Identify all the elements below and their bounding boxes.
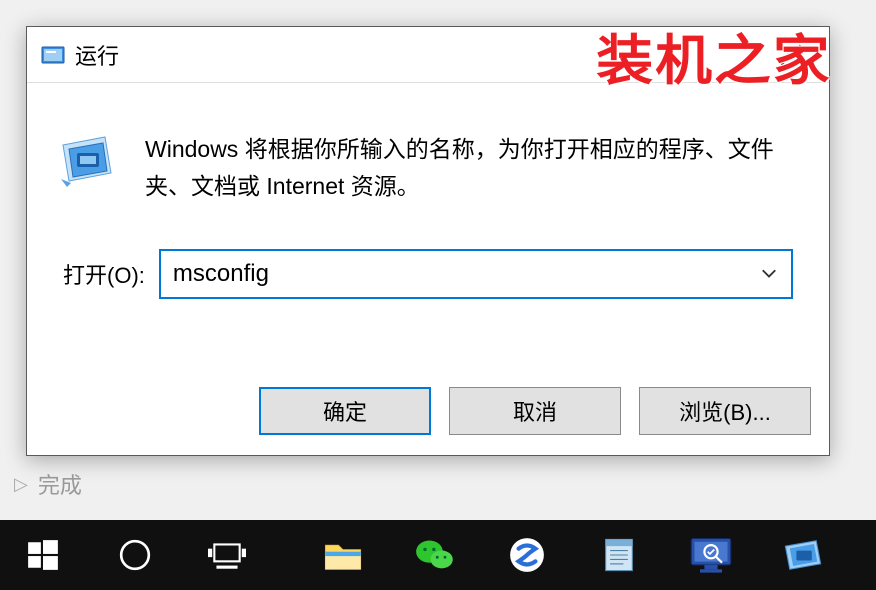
taskbar bbox=[0, 520, 876, 590]
circle-icon bbox=[118, 538, 152, 572]
run-icon bbox=[41, 43, 65, 67]
close-button[interactable] bbox=[761, 33, 821, 77]
wechat-icon bbox=[415, 537, 455, 573]
sogou-button[interactable] bbox=[490, 523, 564, 587]
dialog-description: Windows 将根据你所输入的名称，为你打开相应的程序、文件夹、文档或 Int… bbox=[145, 129, 793, 205]
start-button[interactable] bbox=[6, 523, 80, 587]
dialog-title: 运行 bbox=[75, 39, 119, 71]
run-taskbar-button[interactable] bbox=[766, 523, 840, 587]
wechat-button[interactable] bbox=[398, 523, 472, 587]
notepad-icon bbox=[599, 535, 639, 575]
run-large-icon bbox=[57, 135, 117, 191]
notepad-button[interactable] bbox=[582, 523, 656, 587]
chevron-down-icon[interactable] bbox=[757, 263, 781, 284]
background-status-text: 完成 bbox=[38, 468, 82, 500]
titlebar: 运行 bbox=[27, 27, 829, 83]
open-input[interactable] bbox=[173, 260, 757, 288]
monitor-app-button[interactable] bbox=[674, 523, 748, 587]
monitor-icon bbox=[689, 536, 733, 574]
taskview-icon bbox=[208, 540, 246, 570]
run-dialog: 运行 Windows 将根据你所输入的名称，为你打开相应的程序、文件夹、文档或 … bbox=[26, 26, 830, 456]
folder-icon bbox=[323, 538, 363, 572]
taskview-button[interactable] bbox=[190, 523, 264, 587]
windows-icon bbox=[26, 538, 60, 572]
cancel-button[interactable]: 取消 bbox=[449, 387, 621, 435]
browse-button[interactable]: 浏览(B)... bbox=[639, 387, 811, 435]
open-label: 打开(O): bbox=[63, 258, 145, 290]
background-status: ▷ 完成 bbox=[14, 468, 82, 500]
sogou-icon bbox=[508, 536, 546, 574]
ok-button[interactable]: 确定 bbox=[259, 387, 431, 435]
cortana-button[interactable] bbox=[98, 523, 172, 587]
dialog-body: Windows 将根据你所输入的名称，为你打开相应的程序、文件夹、文档或 Int… bbox=[27, 83, 829, 375]
open-combobox[interactable] bbox=[159, 249, 793, 299]
button-bar: 确定 取消 浏览(B)... bbox=[27, 375, 829, 455]
run-taskbar-icon bbox=[781, 537, 825, 573]
explorer-button[interactable] bbox=[306, 523, 380, 587]
close-icon bbox=[780, 44, 802, 66]
play-icon: ▷ bbox=[14, 474, 28, 495]
